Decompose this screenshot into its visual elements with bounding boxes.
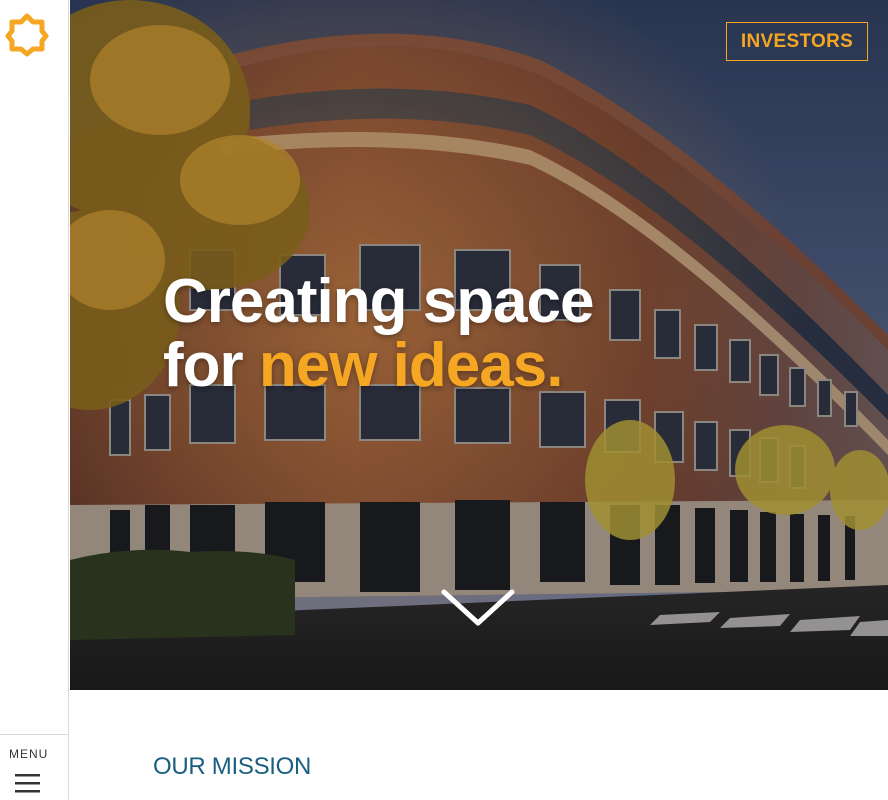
page: MENU INVESTORS Creating space for new id… bbox=[0, 0, 888, 800]
sidebar: MENU bbox=[0, 0, 69, 800]
headline-accent: new ideas. bbox=[258, 331, 564, 400]
headline-line-2-prefix: for bbox=[163, 331, 259, 400]
hero-headline: Creating space for new ideas. bbox=[163, 267, 595, 400]
headline-line-1: Creating space bbox=[163, 267, 595, 336]
mission-heading: OUR MISSION bbox=[153, 753, 312, 780]
menu-label: MENU bbox=[9, 747, 49, 761]
logo-icon[interactable] bbox=[5, 13, 49, 57]
chevron-down-icon[interactable] bbox=[441, 588, 515, 628]
hero-banner: INVESTORS Creating space for new ideas. bbox=[70, 0, 888, 690]
investors-button[interactable]: INVESTORS bbox=[726, 22, 868, 61]
hamburger-menu-icon bbox=[15, 774, 40, 793]
menu-button[interactable]: MENU bbox=[0, 734, 69, 800]
